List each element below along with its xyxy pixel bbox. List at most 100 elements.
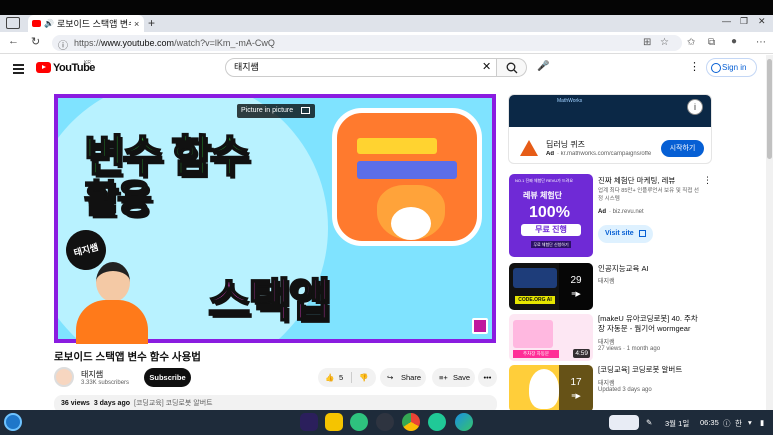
voice-search-icon[interactable]: 🎤: [537, 61, 549, 72]
youtube-logo-icon[interactable]: [36, 62, 51, 73]
external-link-icon: [639, 230, 646, 237]
like-count: 5: [339, 373, 344, 382]
like-divider: [351, 372, 352, 383]
rec-thumbnail[interactable]: CODE.ORG AI 29 ≡▶: [509, 263, 593, 310]
save-playlist-icon: ≡+: [439, 373, 448, 382]
close-window-button[interactable]: ✕: [758, 16, 766, 27]
channel-name[interactable]: 태지쌤: [81, 369, 103, 380]
ad-banner-image: MathWorks: [509, 95, 711, 127]
rec-meta: 27 views · 1 month ago: [598, 346, 661, 352]
shelf-time[interactable]: 06:35: [700, 418, 719, 427]
more-actions-button[interactable]: •••: [478, 368, 497, 387]
presenter-illustration: [76, 262, 148, 344]
playlist-count: 17: [570, 377, 582, 388]
fox-mascot-icon: [377, 185, 445, 240]
system-top-bar: [0, 0, 773, 15]
browser-menu-icon[interactable]: ⋯: [756, 37, 766, 48]
ad2-img-top: NO.1 진짜 체험단 REVU가 드려요: [515, 178, 574, 183]
ad2-img-head: 레뷰 체험단: [523, 191, 563, 200]
playlist-count: 29: [570, 275, 582, 286]
save-label: Save: [453, 373, 471, 382]
ad2-label: Ad: [598, 209, 606, 215]
tab-youtube-video[interactable]: 🔊 로보이드 스택앱 변수 함 ×: [28, 15, 144, 32]
url-host: www.youtube.com: [101, 38, 175, 48]
channel-avatar[interactable]: [54, 367, 74, 387]
profile-avatar-icon[interactable]: ●: [731, 36, 737, 47]
app-files-icon[interactable]: [325, 413, 343, 431]
rec-channel[interactable]: 태지쌤: [598, 337, 615, 346]
site-info-icon[interactable]: ⓘ: [58, 37, 68, 52]
rec-thumbnail[interactable]: 17 ≡▶: [509, 365, 593, 412]
scrollbar-thumb[interactable]: [767, 59, 772, 159]
app-terminal-icon[interactable]: [376, 413, 394, 431]
reload-icon[interactable]: ↻: [31, 35, 40, 48]
app-stackapp-icon[interactable]: [300, 413, 318, 431]
stylus-icon[interactable]: ✎: [646, 418, 652, 427]
search-input[interactable]: 태지쌤: [225, 58, 497, 77]
visit-site-button[interactable]: Visit site: [598, 225, 653, 243]
app-edge-icon[interactable]: [455, 413, 473, 431]
ad2-url: Ad · biz.revu.net: [598, 209, 644, 215]
url-field[interactable]: https://www.youtube.com/watch?v=lKm_-mA-…: [52, 35, 682, 51]
ad2-thumbnail[interactable]: NO.1 진짜 체험단 REVU가 드려요 레뷰 체험단 100% 무료 진행 …: [509, 174, 593, 257]
view-count: 36 views: [61, 400, 90, 407]
ad2-url-text: · biz.revu.net: [609, 209, 644, 215]
rec-thumbnail[interactable]: 주차장 자동문 4:59: [509, 314, 593, 361]
url-path: /watch?v=lKm_-mA-CwQ: [174, 38, 275, 48]
picture-in-picture-icon[interactable]: [301, 107, 310, 114]
ad-cta-button[interactable]: 시작하기: [661, 140, 704, 157]
rec-thumb-art: [513, 320, 553, 348]
rec-channel[interactable]: 태지쌤: [598, 378, 615, 387]
rec-title[interactable]: 인공지능교육 AI: [598, 264, 702, 274]
video-duration: 4:59: [573, 349, 590, 358]
upload-date: 3 days ago: [93, 400, 130, 407]
share-button[interactable]: ↪ Share: [380, 368, 426, 387]
bookmark-star-icon[interactable]: ☆: [660, 37, 669, 48]
input-method[interactable]: 한: [735, 418, 742, 429]
launcher-icon[interactable]: [4, 413, 22, 431]
battery-icon[interactable]: ▮: [760, 418, 764, 427]
like-button[interactable]: 👍 5 👎: [318, 368, 376, 387]
wifi-icon[interactable]: ▾: [748, 418, 752, 427]
new-tab-button[interactable]: +: [148, 16, 155, 30]
region-code: KR: [84, 60, 91, 66]
ad2-img-pct: 100%: [529, 204, 570, 221]
settings-dots-icon[interactable]: ⋮: [689, 60, 700, 73]
save-button[interactable]: ≡+ Save: [432, 368, 475, 387]
app-chrome-icon[interactable]: [402, 413, 420, 431]
dislike-icon[interactable]: 👎: [359, 368, 368, 387]
playlist-overlay: 29 ≡▶: [559, 263, 593, 310]
clear-search-icon[interactable]: ✕: [482, 60, 491, 73]
guide-menu-icon[interactable]: [13, 64, 24, 76]
back-arrow-icon[interactable]: ←: [8, 35, 19, 47]
minimize-button[interactable]: —: [722, 16, 731, 26]
app-editor-icon[interactable]: [350, 413, 368, 431]
ad2-title[interactable]: 진짜 체험단 마케팅, 레뷰: [598, 175, 702, 186]
install-app-icon[interactable]: ⊞: [643, 37, 651, 48]
app-meet-icon[interactable]: [428, 413, 446, 431]
tab-search-icon[interactable]: [6, 17, 20, 29]
search-button[interactable]: [497, 58, 527, 77]
tab-close-button[interactable]: ×: [134, 19, 144, 29]
thumbs-up-icon: 👍: [325, 373, 335, 382]
rec-title[interactable]: [makeU 유아코딩로봇] 40. 주차장 자동문 - 웜기어 wormgea…: [598, 314, 702, 334]
rec-title[interactable]: [코딩교육] 코딩로봇 알버트: [598, 365, 702, 375]
ad-info-icon[interactable]: i: [687, 99, 703, 115]
ad2-menu-icon[interactable]: ⋮: [703, 175, 712, 186]
channel-watermark-icon[interactable]: [472, 318, 488, 334]
favorites-icon[interactable]: ✩: [687, 37, 695, 48]
notification-icon[interactable]: ⓘ: [723, 418, 731, 429]
shelf-date[interactable]: 3월 1일: [665, 418, 689, 429]
tray-holding-space[interactable]: [609, 415, 639, 430]
subscribe-button[interactable]: Subscribe: [144, 368, 191, 387]
share-label: Share: [401, 373, 422, 382]
page-scrollbar[interactable]: [766, 55, 773, 410]
sign-in-button[interactable]: Sign in: [706, 58, 757, 77]
speaker-icon[interactable]: 🔊: [44, 19, 54, 28]
tab-title: 로보이드 스택앱 변수 함: [56, 19, 131, 29]
rec-channel[interactable]: 태지쌤: [598, 276, 615, 285]
ad-title[interactable]: 딥러닝 퀴즈: [546, 139, 585, 150]
mathworks-logo-icon: [518, 136, 540, 158]
collections-icon[interactable]: ⧉: [708, 37, 715, 48]
maximize-button[interactable]: ❐: [740, 16, 748, 27]
